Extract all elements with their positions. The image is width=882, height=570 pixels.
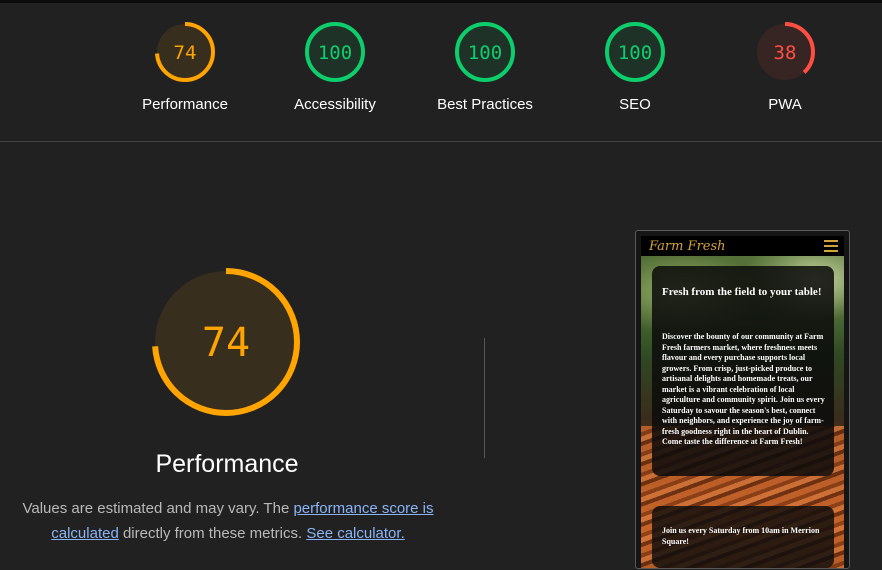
score-gauges-bar: 74 Performance 100 Accessibility 100 Bes… (0, 3, 882, 141)
description-text: Values are estimated and may vary. The (22, 500, 294, 517)
gauge-ring: 100 (305, 22, 365, 82)
screenshot-navbar: Farm Fresh (641, 236, 844, 256)
gauge-label: SEO (619, 96, 651, 113)
gauge-label: Accessibility (294, 96, 376, 113)
header-divider (0, 141, 882, 142)
category-description: Values are estimated and may vary. The p… (16, 496, 440, 546)
see-calculator-link[interactable]: See calculator. (306, 525, 404, 542)
gauge-accessibility[interactable]: 100 Accessibility (265, 20, 405, 130)
vertical-divider (484, 338, 485, 458)
gauge-score: 100 (618, 42, 652, 64)
performance-gauge-large: 74 (152, 268, 300, 416)
gauge-pwa[interactable]: 38 PWA (715, 20, 855, 130)
hamburger-icon (824, 240, 838, 252)
hero-title: Fresh from the field to your table! (662, 286, 822, 298)
schedule-text: Join us every Saturday from 10am in Merr… (662, 526, 820, 546)
gauge-performance[interactable]: 74 Performance (115, 20, 255, 130)
schedule-card: Join us every Saturday from 10am in Merr… (652, 506, 834, 568)
gauge-score: 100 (318, 42, 352, 64)
hero-card: Fresh from the field to your table! Disc… (652, 266, 834, 476)
gauge-label: PWA (768, 96, 802, 113)
description-text: directly from these metrics. (118, 525, 307, 542)
gauge-ring: 100 (455, 22, 515, 82)
category-title: Performance (155, 450, 299, 478)
gauge-score: 74 (174, 42, 197, 64)
hero-text: Discover the bounty of our community at … (662, 332, 825, 446)
gauge-ring: 100 (605, 22, 665, 82)
gauge-label: Performance (142, 96, 228, 113)
gauge-ring: 74 (155, 22, 215, 82)
final-screenshot-thumbnail[interactable]: Farm Fresh Fresh from the field to your … (635, 230, 850, 569)
brand-logo: Farm Fresh (649, 238, 726, 254)
gauge-label: Best Practices (437, 96, 533, 113)
gauge-seo[interactable]: 100 SEO (565, 20, 705, 130)
screenshot-page: Farm Fresh Fresh from the field to your … (641, 236, 844, 568)
gauge-score: 100 (468, 42, 502, 64)
gauge-ring: 38 (755, 22, 815, 82)
gauge-score: 38 (774, 42, 797, 64)
gauge-best-practices[interactable]: 100 Best Practices (415, 20, 555, 130)
performance-score-large: 74 (202, 320, 250, 366)
